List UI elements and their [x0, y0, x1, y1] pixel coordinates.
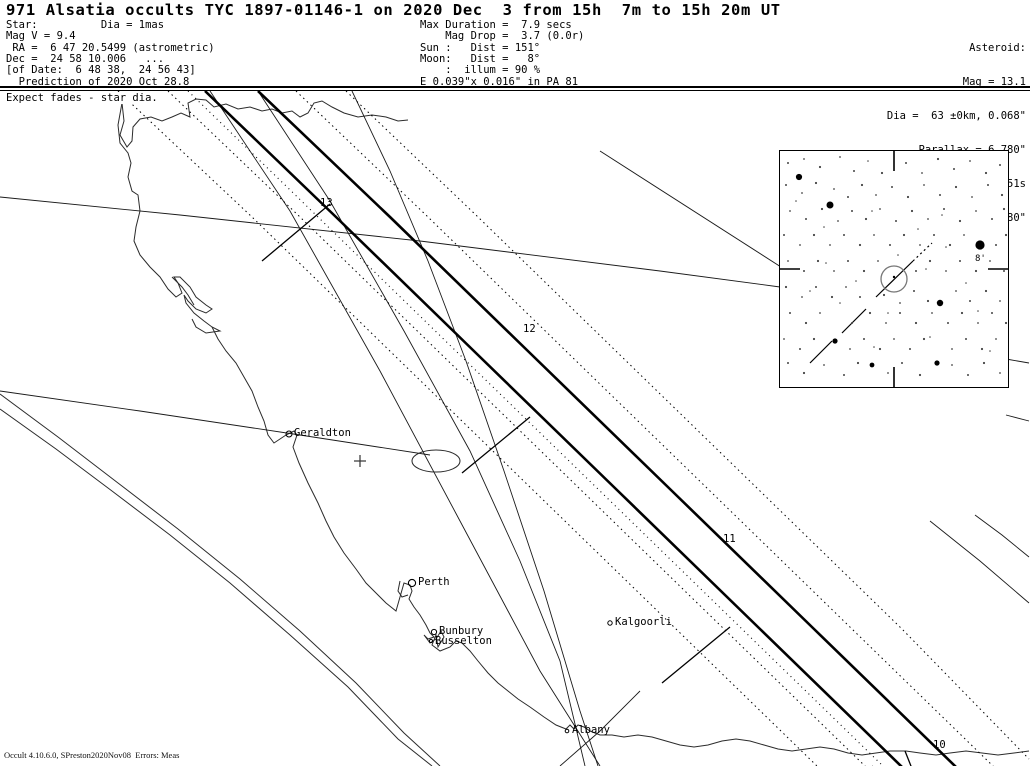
time-label-13: 13 — [320, 197, 333, 209]
city-dot-perth — [407, 578, 417, 588]
page-title: 971 Alsatia occults TYC 1897-01146-1 on … — [6, 1, 781, 19]
time-label-10: 10 — [933, 739, 946, 751]
time-label-12: 12 — [523, 323, 536, 335]
city-dot-kalgoorli — [607, 620, 613, 626]
star-field-inset[interactable]: 8' — [779, 150, 1009, 388]
expect-fades-note: Expect fades - star dia. — [6, 92, 161, 104]
star-data-block: Star: Dia = 1mas Mag V = 9.4 RA = 6 47 2… — [6, 19, 215, 88]
circumstances-block: Max Duration = 7.9 secs Mag Drop = 3.7 (… — [420, 19, 585, 88]
time-label-11: 11 — [723, 533, 736, 545]
inset-scale-label: 8' — [975, 254, 986, 264]
asteroid-heading: Asteroid: — [969, 41, 1026, 54]
city-dot-albany — [564, 728, 570, 734]
city-dot-bunbury — [430, 628, 438, 636]
city-dot-busselton — [428, 638, 434, 644]
prediction-header: 971 Alsatia occults TYC 1897-01146-1 on … — [0, 0, 1030, 224]
city-label-busselton: Busselton — [435, 635, 492, 647]
lake-ellipse — [411, 449, 461, 473]
header-divider-upper — [0, 86, 1030, 88]
software-credit: Occult 4.10.6.0, SPreston2020Nov08 Error… — [4, 750, 180, 760]
star-field-canvas: 8' — [780, 151, 1008, 387]
city-label-albany: Albany — [572, 724, 610, 736]
city-label-geraldton: Geraldton — [294, 427, 351, 439]
city-label-perth: Perth — [418, 576, 450, 588]
city-label-kalgoorli: Kalgoorli — [615, 616, 672, 628]
centre-cross-marker — [354, 455, 366, 467]
inset-leader-lines — [599, 150, 782, 268]
